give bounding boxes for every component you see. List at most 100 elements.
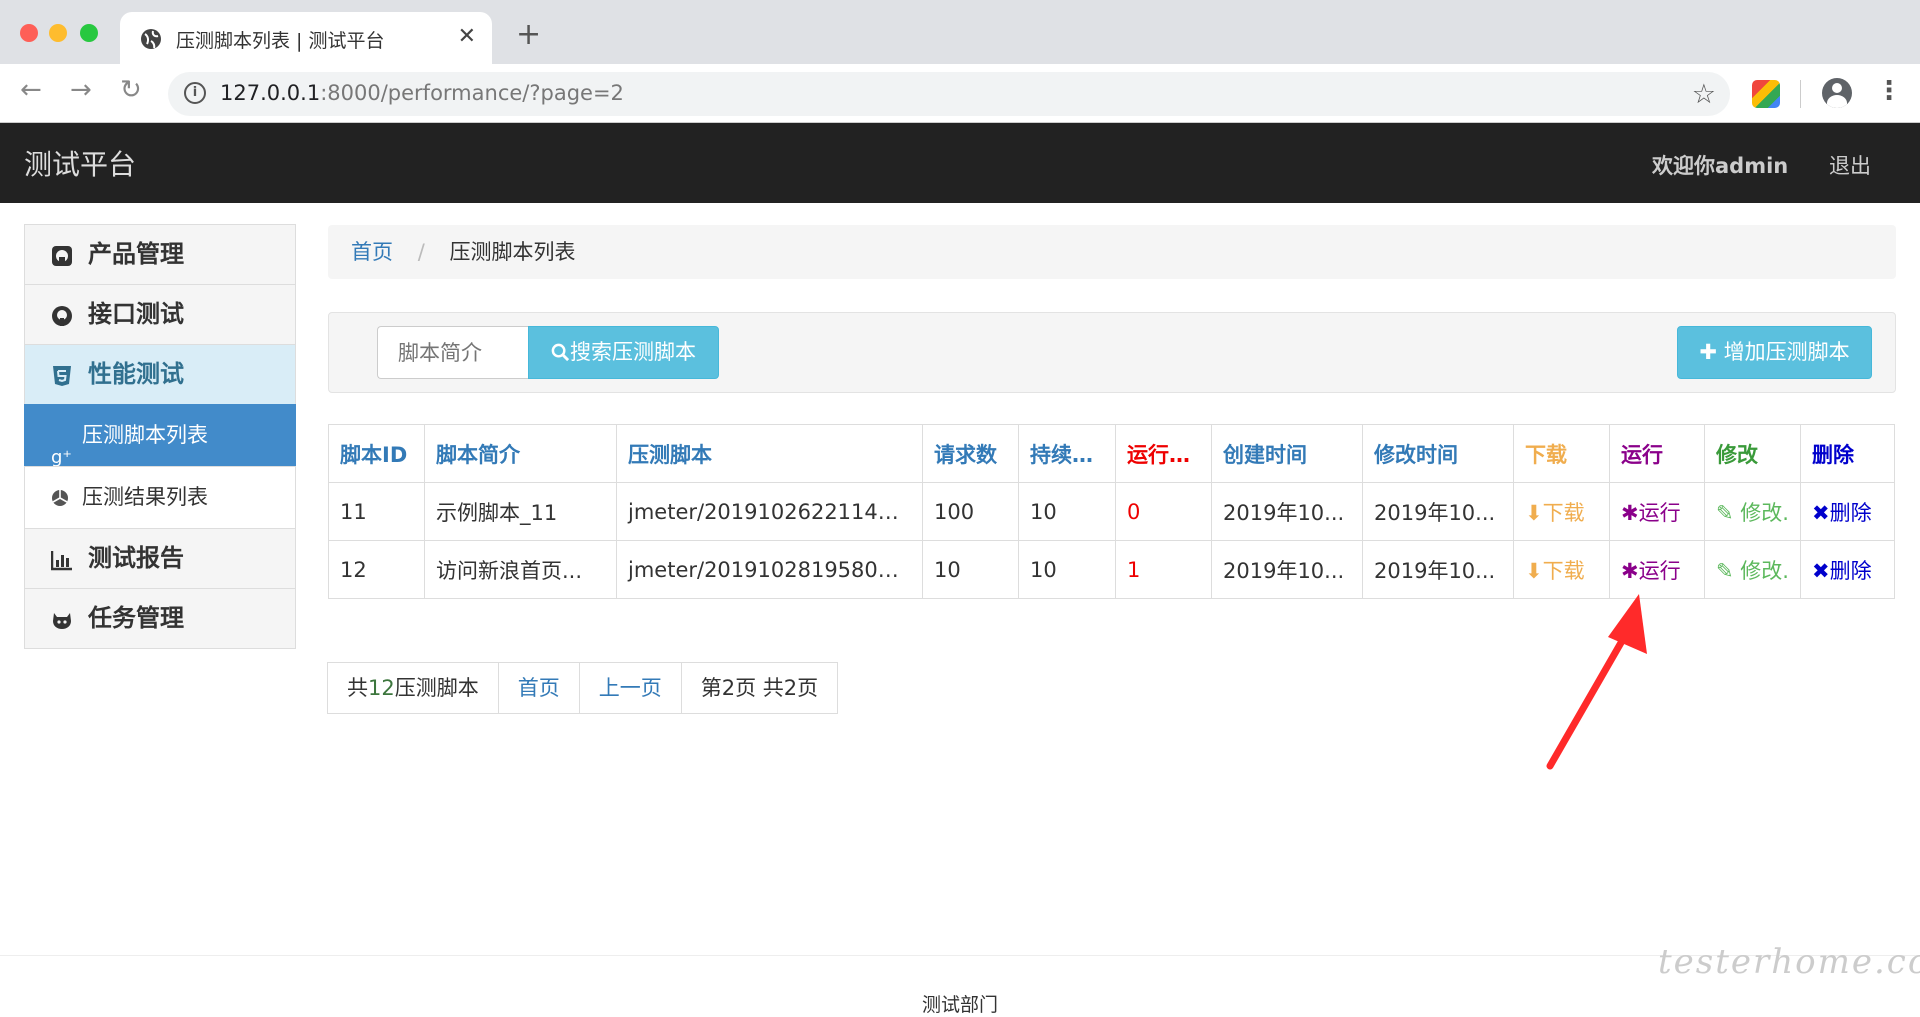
bug-icon: ✱ — [1621, 558, 1639, 583]
browser-toolbar: ← → ↻ i 127.0.0.1:8000/performance/?page… — [0, 64, 1920, 123]
sidebar-item-reports[interactable]: 测试报告 — [24, 528, 296, 589]
window-zoom-button[interactable] — [80, 24, 98, 42]
url-text[interactable]: 127.0.0.1:8000/performance/?page=2 — [220, 81, 624, 105]
header-run: 运行 — [1609, 424, 1705, 483]
close-icon: ✖ — [1812, 558, 1830, 583]
app-navbar: 测试平台 欢迎你admin 退出 — [0, 123, 1920, 203]
header-modified: 修改时间 — [1362, 424, 1514, 483]
sidebar-item-product[interactable]: 产品管理 — [24, 224, 296, 285]
delete-link[interactable]: ✖删除 — [1800, 540, 1895, 599]
header-runs: 运行次数 — [1115, 424, 1212, 483]
header-delete: 删除 — [1800, 424, 1895, 483]
sidebar-item-label: 产品管理 — [88, 240, 184, 268]
cell-created: 2019年10... — [1211, 540, 1363, 599]
logout-link[interactable]: 退出 — [1829, 150, 1871, 180]
search-panel: 搜索压测脚本 ✚ 增加压测脚本 — [328, 312, 1896, 393]
cell-id: 11 — [328, 482, 425, 541]
bookmark-star-icon[interactable]: ☆ — [1692, 79, 1716, 110]
search-icon — [551, 343, 570, 362]
sidebar-item-label: 接口测试 — [88, 300, 184, 328]
cell-desc: 示例脚本_11 — [424, 482, 617, 541]
edit-link[interactable]: ✎ 修改. — [1704, 482, 1801, 541]
bar-chart-icon — [51, 551, 72, 571]
edit-link[interactable]: ✎ 修改. — [1704, 540, 1801, 599]
download-icon: ⬇ — [1525, 500, 1543, 525]
sidebar-item-tasks[interactable]: 任务管理 — [24, 588, 296, 649]
header-download: 下载 — [1513, 424, 1610, 483]
tab-title: 压测脚本列表 | 测试平台 — [176, 30, 385, 52]
github-square-icon — [52, 246, 72, 266]
cell-script: jmeter/20191028195800/s... — [616, 540, 923, 599]
close-icon: ✖ — [1812, 500, 1830, 525]
header-requests: 请求数 — [922, 424, 1019, 483]
sidebar-item-label: 性能测试 — [88, 360, 184, 388]
breadcrumb-divider: / — [417, 240, 425, 264]
breadcrumb-current: 压测脚本列表 — [449, 240, 576, 264]
edit-icon: ✎ — [1716, 500, 1734, 525]
breadcrumb: 首页 / 压测脚本列表 — [328, 225, 1896, 279]
cell-runs: 1 — [1115, 540, 1212, 599]
pie-chart-icon — [52, 490, 68, 506]
cell-duration: 10 — [1018, 482, 1116, 541]
edit-icon: ✎ — [1716, 558, 1734, 583]
pager-status: 第2页 共2页 — [680, 662, 839, 714]
sidebar-subitem-label: 压测结果列表 — [82, 485, 208, 509]
script-table: 脚本ID 脚本简介 压测脚本 请求数 持续时间 运行次数 创建时间 修改时间 下… — [328, 424, 1895, 599]
download-icon: ⬇ — [1525, 558, 1543, 583]
breadcrumb-home-link[interactable]: 首页 — [351, 240, 393, 264]
sidebar-item-label: 任务管理 — [88, 604, 184, 632]
reload-icon[interactable]: ↻ — [120, 77, 142, 103]
browser-menu-icon[interactable]: ⋮ — [1876, 78, 1902, 104]
sidebar-subitem-result-list[interactable]: 压测结果列表 — [24, 466, 296, 529]
pager-first-link[interactable]: 首页 — [497, 662, 580, 714]
header-id: 脚本ID — [328, 424, 425, 483]
add-script-label: 增加压测脚本 — [1723, 340, 1850, 364]
github-icon — [52, 306, 72, 326]
tab-close-icon[interactable]: ✕ — [458, 24, 476, 49]
header-created: 创建时间 — [1211, 424, 1363, 483]
search-button[interactable]: 搜索压测脚本 — [528, 326, 719, 379]
annotation-arrow — [1546, 594, 1647, 770]
sidebar-subitem-script-list[interactable]: g⁺ 压测脚本列表 — [24, 404, 296, 468]
sidebar-item-label: 测试报告 — [88, 544, 184, 572]
back-arrow-icon[interactable]: ← — [20, 77, 42, 103]
site-info-icon[interactable]: i — [184, 82, 206, 104]
header-edit: 修改 — [1704, 424, 1801, 483]
sidebar-item-api-test[interactable]: 接口测试 — [24, 284, 296, 345]
watermark: testerhome.com — [1658, 942, 1920, 982]
globe-icon — [141, 29, 161, 49]
cell-id: 12 — [328, 540, 425, 599]
pagination: 共12压测脚本 首页 上一页 第2页 共2页 — [327, 662, 839, 714]
cell-created: 2019年10... — [1211, 482, 1363, 541]
profile-avatar-icon[interactable] — [1822, 78, 1852, 108]
sidebar: 产品管理 接口测试 性能测试 g⁺ 压测脚本列表 压测结果列表 测试报告 任务管… — [24, 224, 296, 649]
welcome-user[interactable]: 欢迎你admin — [1652, 150, 1788, 180]
search-button-label: 搜索压测脚本 — [570, 340, 696, 364]
browser-tab[interactable]: 压测脚本列表 | 测试平台 ✕ — [120, 12, 492, 64]
plus-icon: ✚ — [1699, 340, 1717, 364]
new-tab-button[interactable]: + — [516, 20, 541, 50]
octocat-icon — [53, 613, 71, 629]
window-minimize-button[interactable] — [49, 24, 67, 42]
cell-desc: 访问新浪首页... — [424, 540, 617, 599]
run-link[interactable]: ✱运行 — [1609, 482, 1705, 541]
cell-requests: 100 — [922, 482, 1019, 541]
cell-modified: 2019年10... — [1362, 482, 1514, 541]
add-script-button[interactable]: ✚ 增加压测脚本 — [1677, 326, 1872, 379]
cell-runs: 0 — [1115, 482, 1212, 541]
download-link[interactable]: ⬇下载 — [1513, 482, 1610, 541]
delete-link[interactable]: ✖删除 — [1800, 482, 1895, 541]
search-input[interactable] — [377, 326, 529, 379]
toolbar-divider — [1800, 80, 1801, 108]
cell-modified: 2019年10... — [1362, 540, 1514, 599]
forward-arrow-icon[interactable]: → — [70, 77, 92, 103]
bug-icon: ✱ — [1621, 500, 1639, 525]
window-close-button[interactable] — [20, 24, 38, 42]
extension-icon[interactable] — [1752, 80, 1780, 108]
sidebar-item-performance[interactable]: 性能测试 — [24, 344, 296, 405]
brand-title[interactable]: 测试平台 — [24, 143, 136, 183]
address-bar[interactable]: i 127.0.0.1:8000/performance/?page=2 ☆ — [168, 72, 1730, 116]
pager-prev-link[interactable]: 上一页 — [578, 662, 682, 714]
header-script: 压测脚本 — [616, 424, 923, 483]
footer-divider — [0, 955, 1920, 956]
